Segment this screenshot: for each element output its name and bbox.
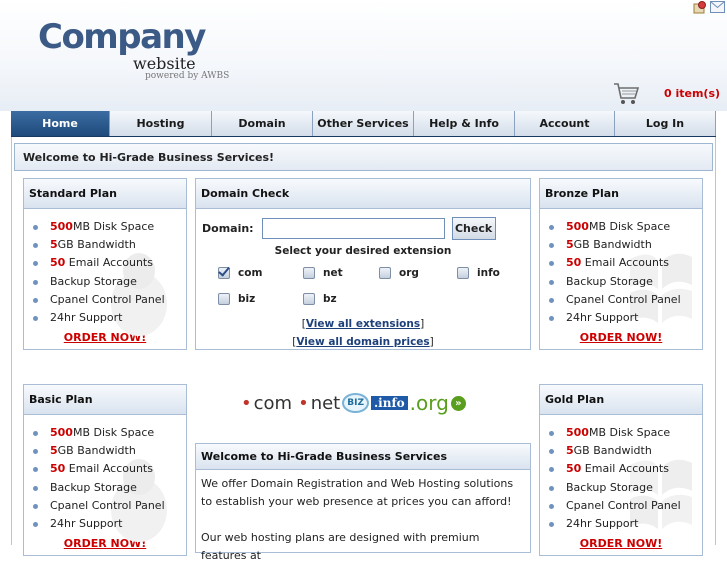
- basic-plan-title: Basic Plan: [24, 385, 186, 415]
- gold-plan-box: Gold Plan 500MB Disk Space 5GB Bandwidth…: [539, 384, 703, 556]
- standard-plan-title: Standard Plan: [24, 179, 186, 209]
- domain-label: Domain:: [202, 222, 254, 235]
- checkbox-com[interactable]: [218, 267, 230, 279]
- nav-log-in[interactable]: Log In: [615, 111, 716, 136]
- checkbox-info[interactable]: [457, 267, 469, 279]
- site-header: Company website powered by AWBS 0 item(s…: [0, 0, 727, 111]
- feature-cpanel: Cpanel Control Panel: [24, 497, 186, 515]
- view-all-prices-row: [View all domain prices]: [292, 336, 434, 348]
- basic-plan-box: Basic Plan 500MB Disk Space 5GB Bandwidt…: [23, 384, 187, 556]
- feature-disk-space: 500MB Disk Space: [540, 218, 702, 236]
- feature-backup: Backup Storage: [24, 273, 186, 291]
- nav-account[interactable]: Account: [515, 111, 615, 136]
- nav-help-info[interactable]: Help & Info: [414, 111, 515, 136]
- tld-com: com: [253, 392, 293, 414]
- feature-bandwidth: 5GB Bandwidth: [540, 236, 702, 254]
- welcome-box-title: Welcome to Hi-Grade Business Services: [196, 444, 530, 470]
- feature-backup: Backup Storage: [540, 479, 702, 497]
- standard-plan-features: 500MB Disk Space 5GB Bandwidth 50 Email …: [24, 209, 186, 327]
- arrow-right-icon: »: [450, 395, 466, 411]
- tld-info: .info: [370, 396, 408, 410]
- tld-org: .org: [409, 391, 449, 415]
- feature-backup: Backup Storage: [540, 273, 702, 291]
- bronze-order-now-link[interactable]: ORDER NOW!: [540, 331, 702, 344]
- checkbox-net[interactable]: [303, 267, 315, 279]
- welcome-paragraph-1: We offer Domain Registration and Web Hos…: [201, 477, 514, 508]
- feature-cpanel: Cpanel Control Panel: [540, 497, 702, 515]
- tld-banner: • com • net BIZ .info .org »: [241, 391, 466, 415]
- feature-bandwidth: 5GB Bandwidth: [24, 442, 186, 460]
- domain-check-box: Domain Check Domain: Check Select your d…: [195, 178, 531, 350]
- feature-email-accounts: 50 Email Accounts: [540, 460, 702, 478]
- extension-org[interactable]: org: [379, 267, 419, 279]
- top-icons: [693, 1, 725, 14]
- gold-plan-title: Gold Plan: [540, 385, 702, 415]
- gold-order-now-link[interactable]: ORDER NOW!: [540, 537, 702, 550]
- feature-disk-space: 500MB Disk Space: [24, 218, 186, 236]
- feature-cpanel: Cpanel Control Panel: [24, 291, 186, 309]
- feature-support: 24hr Support: [540, 515, 702, 533]
- feature-email-accounts: 50 Email Accounts: [24, 460, 186, 478]
- basic-plan-features: 500MB Disk Space 5GB Bandwidth 50 Email …: [24, 415, 186, 533]
- feature-cpanel: Cpanel Control Panel: [540, 291, 702, 309]
- standard-order-now-link[interactable]: ORDER NOW!: [24, 331, 186, 344]
- feature-bandwidth: 5GB Bandwidth: [24, 236, 186, 254]
- tld-biz: BIZ: [342, 393, 369, 413]
- check-button[interactable]: Check: [451, 217, 496, 240]
- domain-search-row: Domain: Check: [202, 217, 496, 240]
- domain-input[interactable]: [261, 218, 445, 239]
- logo-company[interactable]: Company: [38, 17, 206, 57]
- nav-other-services[interactable]: Other Services: [313, 111, 414, 136]
- bronze-plan-title: Bronze Plan: [540, 179, 702, 209]
- checkbox-bz[interactable]: [303, 293, 315, 305]
- welcome-box: Welcome to Hi-Grade Business Services We…: [195, 443, 531, 562]
- domain-check-title: Domain Check: [196, 179, 530, 209]
- bronze-plan-box: Bronze Plan 500MB Disk Space 5GB Bandwid…: [539, 178, 703, 350]
- checkbox-org[interactable]: [379, 267, 391, 279]
- extension-com[interactable]: com: [218, 267, 262, 279]
- shopping-cart-icon[interactable]: [612, 80, 640, 111]
- mail-icon[interactable]: [710, 1, 725, 14]
- bronze-plan-features: 500MB Disk Space 5GB Bandwidth 50 Email …: [540, 209, 702, 327]
- feature-email-accounts: 50 Email Accounts: [24, 254, 186, 272]
- feature-support: 24hr Support: [24, 515, 186, 533]
- basic-order-now-link[interactable]: ORDER NOW!: [24, 537, 186, 550]
- welcome-bar: Welcome to Hi-Grade Business Services!: [14, 143, 713, 171]
- feature-support: 24hr Support: [540, 309, 702, 327]
- extension-info[interactable]: info: [457, 267, 500, 279]
- logo-powered-by: powered by AWBS: [145, 71, 230, 81]
- extension-bz[interactable]: bz: [303, 293, 337, 305]
- cart-item-count[interactable]: 0 item(s): [664, 87, 720, 100]
- welcome-box-body: We offer Domain Registration and Web Hos…: [196, 470, 530, 565]
- tld-dot-icon: •: [298, 392, 309, 414]
- nav-domain-services[interactable]: Domain Services: [212, 111, 313, 155]
- welcome-paragraph-2: Our web hosting plans are designed with …: [201, 531, 480, 562]
- settings-icon[interactable]: [693, 1, 707, 14]
- extension-net[interactable]: net: [303, 267, 343, 279]
- main-navigation: Home Hosting Services Domain Services Ot…: [11, 111, 716, 155]
- nav-hosting-services[interactable]: Hosting Services: [110, 111, 212, 155]
- standard-plan-box: Standard Plan 500MB Disk Space 5GB Bandw…: [23, 178, 187, 350]
- select-extension-label: Select your desired extension: [274, 245, 452, 257]
- feature-disk-space: 500MB Disk Space: [540, 424, 702, 442]
- tld-net: net: [310, 392, 341, 414]
- view-all-extensions-link[interactable]: View all extensions: [306, 318, 420, 330]
- feature-email-accounts: 50 Email Accounts: [540, 254, 702, 272]
- view-all-extensions-row: [View all extensions]: [301, 318, 425, 330]
- view-all-domain-prices-link[interactable]: View all domain prices: [296, 336, 429, 348]
- feature-backup: Backup Storage: [24, 479, 186, 497]
- tld-dot-icon: •: [241, 392, 252, 414]
- feature-bandwidth: 5GB Bandwidth: [540, 442, 702, 460]
- checkbox-biz[interactable]: [218, 293, 230, 305]
- extension-biz[interactable]: biz: [218, 293, 255, 305]
- nav-home[interactable]: Home: [11, 111, 110, 136]
- feature-support: 24hr Support: [24, 309, 186, 327]
- gold-plan-features: 500MB Disk Space 5GB Bandwidth 50 Email …: [540, 415, 702, 533]
- feature-disk-space: 500MB Disk Space: [24, 424, 186, 442]
